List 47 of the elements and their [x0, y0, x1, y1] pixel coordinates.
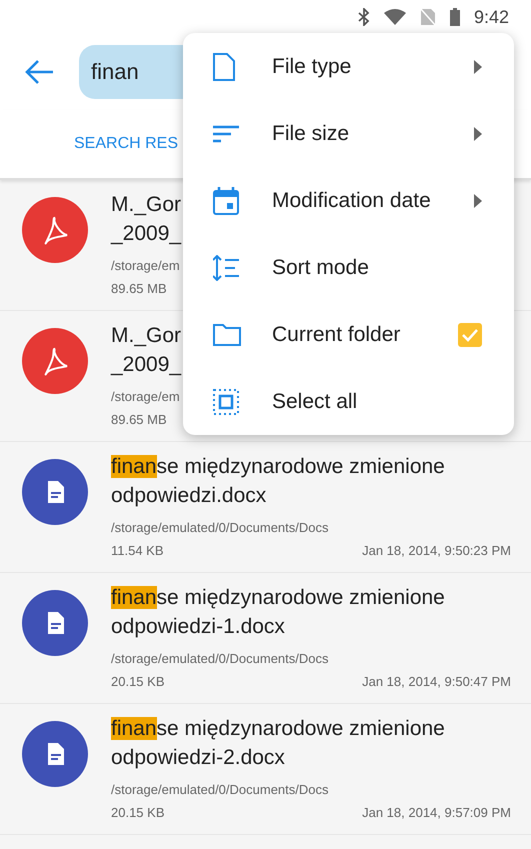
submenu-arrow-icon [474, 194, 482, 208]
status-time: 9:42 [474, 6, 509, 28]
search-results-tab[interactable]: SEARCH RES [74, 135, 178, 153]
no-sim-icon [420, 8, 436, 26]
document-file-icon [22, 590, 88, 656]
back-arrow-icon[interactable] [25, 59, 55, 85]
file-date: Jan 18, 2014, 9:50:23 PM [362, 543, 511, 558]
checkmark-icon [461, 328, 479, 342]
submenu-arrow-icon [474, 126, 482, 140]
file-path: /storage/emulated/0/Documents/Docs [111, 520, 328, 535]
sort-icon [213, 254, 239, 280]
file-date: Jan 18, 2014, 9:50:47 PM [362, 674, 511, 689]
menu-item[interactable]: File size [183, 100, 514, 167]
menu-item[interactable]: Current folder [183, 301, 514, 368]
file-name: finanse międzynarodowe zmienione odpowiedzi.docx [111, 454, 446, 509]
select-all-icon [213, 388, 239, 414]
document-file-icon [22, 459, 88, 525]
file-size: 89.65 MB [111, 412, 167, 427]
wifi-icon [384, 9, 406, 25]
calendar-icon [213, 186, 239, 214]
file-path: /storage/emulated/0/Documents/Docs [111, 651, 328, 666]
file-name: M._Gor _2009_ [111, 323, 182, 378]
file-path: /storage/emulated/0/Documents/Docs [111, 782, 328, 797]
checkbox[interactable] [458, 322, 482, 346]
pdf-file-icon [22, 328, 88, 394]
menu-item[interactable]: File type [183, 33, 514, 100]
file-size: 20.15 KB [111, 674, 164, 689]
file-size: 89.65 MB [111, 281, 167, 296]
menu-item[interactable]: Sort mode [183, 234, 514, 301]
document-file-icon [22, 721, 88, 787]
file-name: finanse międzynarodowe zmienione odpowiedzi-1.docx [111, 585, 446, 640]
bluetooth-icon [358, 8, 370, 26]
sort-lines-icon [213, 124, 239, 142]
submenu-arrow-icon [474, 60, 482, 74]
file-name: finanse międzynarodowe zmienione odpowiedzi-2.docx [111, 716, 446, 771]
file-size: 11.54 KB [111, 543, 164, 558]
menu-item[interactable]: Select all [183, 368, 514, 435]
file-path: /storage/em [111, 389, 180, 404]
pdf-file-icon [22, 197, 88, 263]
file-size: 20.15 KB [111, 805, 164, 820]
battery-icon [450, 8, 460, 26]
file-name: M._Gor _2009_ [111, 192, 182, 247]
menu-item[interactable]: Modification date [183, 167, 514, 234]
file-icon [213, 52, 235, 80]
folder-icon [213, 324, 241, 346]
file-date: Jan 18, 2014, 9:57:09 PM [362, 805, 511, 820]
file-path: /storage/em [111, 258, 180, 273]
